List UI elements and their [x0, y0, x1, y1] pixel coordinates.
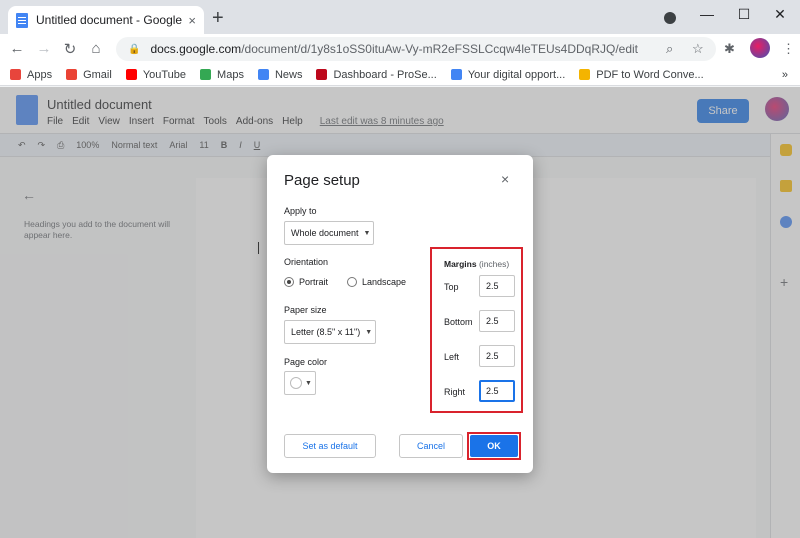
bookmark-item[interactable]: Apps: [10, 69, 52, 81]
margins-heading: Margins (inches): [444, 259, 510, 269]
chevron-down-icon: ▼: [365, 328, 373, 336]
bookmark-item[interactable]: News: [257, 68, 303, 81]
radio-selected-icon: [284, 277, 294, 287]
radio-unselected-icon: [347, 277, 357, 287]
portrait-radio[interactable]: Portrait: [284, 277, 328, 287]
new-tab-button[interactable]: +: [212, 8, 224, 28]
dialog-title: Page setup: [284, 172, 360, 189]
forward-icon[interactable]: →: [35, 40, 53, 57]
chrome-menu-icon[interactable]: ⋮: [782, 41, 795, 57]
orientation-label: Orientation: [284, 257, 329, 267]
close-window-button[interactable]: ✕: [770, 6, 790, 23]
extensions-icon[interactable]: ✱: [724, 41, 735, 57]
zoom-icon[interactable]: ⌕: [666, 41, 673, 57]
address-bar[interactable]: 🔒 docs.google.com/document/d/1y8s1oSS0it…: [116, 37, 716, 61]
top-margin-input[interactable]: 2.5: [479, 275, 515, 297]
minimize-button[interactable]: —: [697, 6, 717, 22]
bookmark-item[interactable]: PDF to Word Conve...: [579, 68, 704, 81]
bookmark-item[interactable]: Your digital opport...: [450, 68, 566, 81]
apply-to-value: Whole document: [291, 228, 359, 238]
bottom-margin-label: Bottom: [444, 317, 473, 327]
bookmark-star-icon[interactable]: ☆: [692, 41, 704, 57]
maximize-button[interactable]: ☐: [734, 6, 754, 23]
address-row: ← → ↻ ⌂ 🔒 docs.google.com/document/d/1y8…: [0, 34, 800, 64]
tab-title: Untitled document - Google Doc: [36, 13, 183, 27]
tab-strip: Untitled document - Google Doc × + — ☐ ✕: [0, 0, 800, 34]
bookmark-label: Dashboard - ProSe...: [333, 68, 437, 81]
ok-button[interactable]: OK: [470, 435, 518, 457]
dialog-close-icon[interactable]: ×: [501, 171, 509, 187]
bookmark-favicon-icon: [316, 69, 328, 80]
page-color-picker[interactable]: ▼: [284, 371, 316, 395]
bookmark-favicon-icon: [66, 69, 78, 80]
top-margin-label: Top: [444, 282, 459, 292]
bookmark-label: YouTube: [142, 68, 187, 81]
bookmark-favicon-icon: [579, 69, 591, 80]
bookmark-favicon-icon: [257, 69, 269, 80]
margins-section: Margins (inches) Top 2.5 Bottom 2.5 Left…: [430, 247, 523, 413]
chevron-down-icon: ▼: [363, 229, 371, 237]
bookmark-favicon-icon: [10, 69, 21, 80]
apply-to-label: Apply to: [284, 206, 317, 216]
portrait-label: Portrait: [299, 277, 329, 287]
tab-google-docs[interactable]: Untitled document - Google Doc ×: [8, 6, 204, 34]
url-text: docs.google.com/document/d/1y8s1oSS0ituA…: [150, 42, 639, 56]
landscape-radio[interactable]: Landscape: [347, 277, 406, 287]
bookmark-item[interactable]: Gmail: [66, 69, 112, 81]
bookmark-label: PDF to Word Conve...: [596, 68, 704, 81]
tab-close-icon[interactable]: ×: [188, 13, 196, 28]
paper-size-select[interactable]: Letter (8.5" x 11") ▼: [284, 320, 376, 344]
left-margin-input[interactable]: 2.5: [479, 345, 515, 367]
paper-size-label: Paper size: [284, 305, 327, 315]
lock-icon: 🔒: [128, 43, 141, 55]
bookmark-favicon-icon: [125, 69, 137, 80]
bookmark-item[interactable]: YouTube: [125, 68, 187, 81]
ok-highlight: OK: [467, 432, 521, 460]
bookmark-label: Your digital opport...: [467, 68, 566, 81]
docs-icon: [16, 12, 28, 28]
bookmark-item[interactable]: Maps: [200, 69, 244, 81]
paper-size-value: Letter (8.5" x 11"): [291, 327, 361, 337]
tab-search-icon[interactable]: [664, 12, 676, 24]
bookmark-label: News: [274, 68, 303, 81]
back-icon[interactable]: ←: [8, 40, 26, 57]
chevron-down-icon: ▼: [305, 379, 312, 387]
right-margin-label: Right: [444, 387, 466, 397]
set-as-default-button[interactable]: Set as default: [284, 434, 376, 458]
reload-icon[interactable]: ↻: [61, 40, 79, 58]
left-margin-label: Left: [444, 352, 460, 362]
right-margin-input[interactable]: 2.5: [479, 380, 515, 402]
landscape-label: Landscape: [362, 277, 407, 287]
cancel-button[interactable]: Cancel: [399, 434, 463, 458]
apply-to-select[interactable]: Whole document ▼: [284, 221, 374, 245]
bookmarks-overflow-icon[interactable]: »: [782, 69, 788, 81]
bottom-margin-input[interactable]: 2.5: [479, 310, 515, 332]
bookmark-label: Maps: [217, 68, 244, 81]
bookmark-item[interactable]: Dashboard - ProSe...: [316, 68, 437, 81]
page-setup-dialog: Page setup × Apply to Whole document ▼ O…: [267, 155, 533, 473]
bookmarks-bar: Apps Gmail YouTube Maps News Dashboard - ProS…: [0, 64, 800, 86]
bookmark-favicon-icon: [200, 69, 212, 80]
home-icon[interactable]: ⌂: [87, 40, 105, 57]
profile-avatar[interactable]: [750, 38, 770, 58]
bookmark-label: Gmail: [83, 68, 112, 81]
bookmark-label: Apps: [27, 68, 53, 81]
page-color-label: Page color: [284, 357, 328, 367]
bookmark-favicon-icon: [450, 69, 462, 80]
color-swatch: [290, 377, 302, 389]
